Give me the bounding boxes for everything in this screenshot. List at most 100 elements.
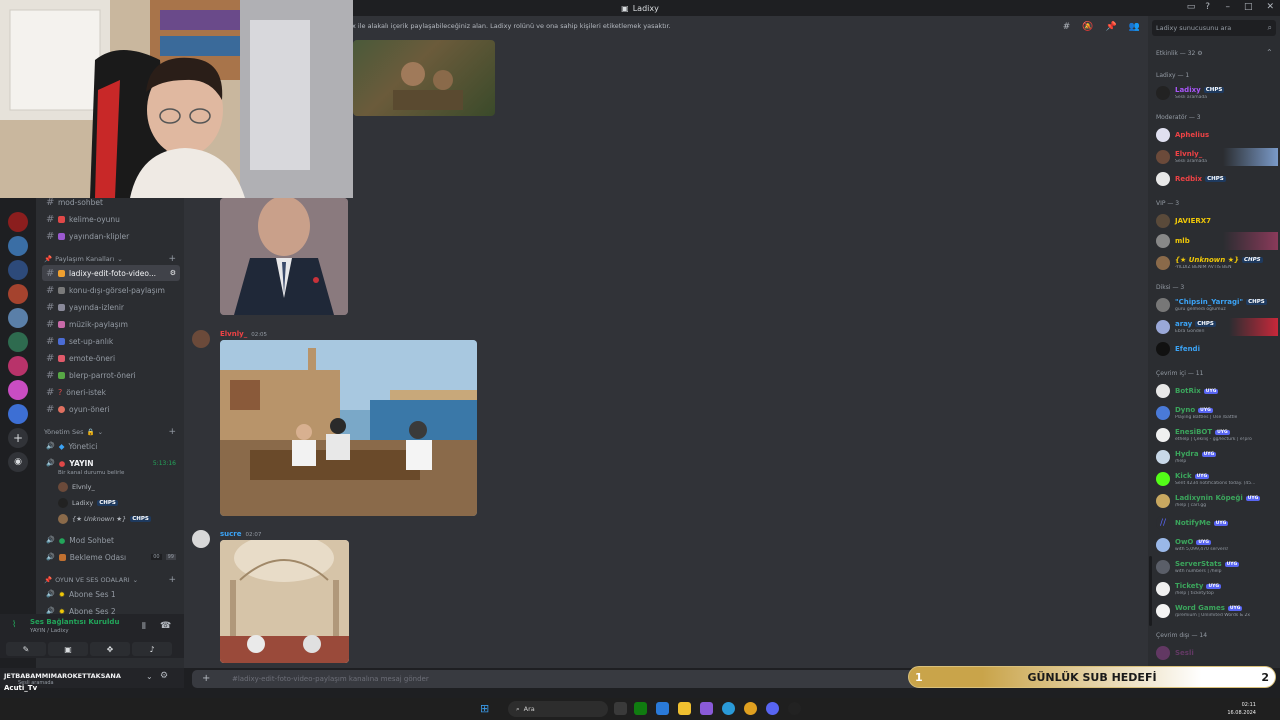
activities-button[interactable]: ✥ [90, 642, 130, 656]
server-icon[interactable] [8, 356, 28, 376]
member-item[interactable]: mlb [1156, 232, 1278, 250]
store-icon[interactable] [656, 702, 669, 715]
chevron-up-icon[interactable]: ⌃ [1266, 48, 1273, 57]
category-oyun[interactable]: 📌 OYUN VE SES ODALARI ⌄ + [44, 575, 176, 585]
gear-icon[interactable]: ⚙ [160, 671, 168, 681]
taskbar-search[interactable]: ⌕ Ara [508, 701, 608, 717]
member-item[interactable]: EnesiBOT UYG ethelp | Çekiliş - gg/lecturk… [1156, 426, 1278, 444]
channel-oyun-oneri[interactable]: # oyun-öneri [42, 401, 180, 417]
add-channel-icon[interactable]: + [168, 427, 176, 437]
member-item[interactable]: //NotifyMe UYG [1156, 514, 1278, 532]
member-item[interactable]: Ladixynin Köpeği UYG/help | carl.gg [1156, 492, 1278, 510]
member-item[interactable]: Hydra UYG/help [1156, 448, 1278, 466]
chrome-icon[interactable] [744, 702, 757, 715]
channel-konu-disi[interactable]: # konu-dışı-görsel-paylaşım [42, 282, 180, 298]
settings-icon[interactable]: ⚙ [170, 269, 176, 277]
member-item[interactable]: ServerStats UYG with numbers | /help [1156, 558, 1278, 576]
member-item[interactable]: OwO UYG with 5,099,470 servers! [1156, 536, 1278, 554]
channel-oneri-istek[interactable]: #? öneri-istek [42, 384, 180, 400]
chevron-down-icon[interactable]: ⌄ [146, 672, 153, 681]
channel-kelime-oyunu[interactable]: # kelime-oyunu [42, 211, 180, 227]
obs-icon[interactable] [788, 702, 801, 715]
channel-yayindan-klipler[interactable]: # yayından-klipler [42, 228, 180, 244]
channel-yayinda-izlenir[interactable]: # yayında-izlenir [42, 299, 180, 315]
member-item[interactable]: Sesli [1156, 644, 1278, 662]
server-icon[interactable] [8, 380, 28, 400]
server-icon[interactable] [8, 212, 28, 232]
voice-channel-status[interactable]: Bir kanal durumu belirle [58, 470, 124, 476]
help-icon[interactable]: ? [1205, 2, 1210, 12]
server-icon[interactable] [8, 236, 28, 256]
add-attachment-icon[interactable]: + [202, 673, 210, 684]
member-item[interactable]: {★ Unknown ★} CHPS -YILDIZ BENIM AVTIS BEN [1156, 254, 1278, 272]
user-name[interactable]: JETBABAMMIMAROKETTAKSANA [4, 672, 121, 680]
activity-header[interactable]: Etkinlik — 32 ⚙ [1156, 50, 1203, 57]
inbox-icon[interactable]: ▭ [1187, 2, 1196, 12]
copilot-icon[interactable] [700, 702, 713, 715]
server-icon[interactable] [8, 332, 28, 352]
channel-muzik-paylasim[interactable]: # müzik-paylaşım [42, 316, 180, 332]
category-yonetim[interactable]: Yönetim Ses 🔒 ⌄ + [44, 427, 176, 437]
voice-status[interactable]: Ses Bağlantısı Kuruldu [30, 618, 119, 626]
channel-emote-oneri[interactable]: # emote-öneri [42, 350, 180, 366]
member-item[interactable]: "Chipsin_Yarragi" CHPS guru gelmedi oglumu… [1156, 296, 1278, 314]
message-author[interactable]: Elvnly_ [220, 330, 247, 338]
attachment-image[interactable] [220, 340, 477, 516]
server-icon[interactable] [8, 260, 28, 280]
server-icon[interactable] [8, 404, 28, 424]
threads-icon[interactable]: # [1063, 22, 1071, 32]
mute-icon[interactable]: 🔕 [1082, 22, 1093, 32]
member-item[interactable]: Efendi [1156, 340, 1278, 358]
add-channel-icon[interactable]: + [168, 575, 176, 585]
avatar[interactable] [192, 330, 210, 348]
member-item[interactable]: JAVIERX7 [1156, 212, 1278, 230]
soundboard-button[interactable]: ♪ [132, 642, 172, 656]
xbox-icon[interactable] [634, 702, 647, 715]
voice-mod-sohbet[interactable]: 🔊 ● Mod Sohbet [42, 532, 180, 548]
windows-start-icon[interactable]: ⊞ [480, 702, 489, 715]
category-paylasim[interactable]: 📌 Paylaşım Kanalları ⌄ + [44, 254, 176, 264]
attachment-image[interactable] [353, 40, 495, 116]
member-item[interactable]: Aphelius [1156, 126, 1278, 144]
add-server-icon[interactable]: + [8, 428, 28, 448]
voice-user[interactable]: Elvnly_ [58, 482, 95, 492]
member-item[interactable]: Tickety UYG/help | tickety.top [1156, 580, 1278, 598]
channel-ladixy-edit-foto-video[interactable]: # ladixy-edit-foto-video... ⚙ [42, 265, 180, 281]
channel-set-up-anlik[interactable]: # set-up-anlık [42, 333, 180, 349]
member-item[interactable]: Kick UYG Sent 4234 notifications today. (4… [1156, 470, 1278, 488]
attachment-image[interactable] [220, 540, 349, 663]
search-input[interactable]: Ladixy sunucusunu ara ⌕ [1152, 20, 1276, 36]
minimize-icon[interactable]: – [1225, 2, 1230, 12]
voice-abone-ses-1[interactable]: 🔊 ✹ Abone Ses 1 [42, 586, 180, 602]
close-icon[interactable]: ✕ [1266, 2, 1274, 12]
members-icon[interactable]: 👥 [1129, 22, 1140, 32]
discord-icon[interactable] [766, 702, 779, 715]
member-item[interactable]: BotRix UYG [1156, 382, 1278, 400]
member-item[interactable]: Elvnly_ Sesli aramada [1156, 148, 1278, 166]
voice-yayin[interactable]: 🔊 ● YAYIN 5:13:16 [42, 455, 180, 471]
voice-user[interactable]: Ladixy CHPS [58, 498, 118, 508]
channel-blerp-parrot[interactable]: # blerp-parrot-öneri [42, 367, 180, 383]
member-item[interactable]: Redbix CHPS [1156, 170, 1278, 188]
server-icon[interactable] [8, 284, 28, 304]
task-view-icon[interactable] [614, 702, 627, 715]
taskbar-clock[interactable]: 02:11 16.08.2024 [1227, 701, 1256, 717]
voice-bekleme-odasi[interactable]: 🔊 Bekleme Odası 00 99 [42, 549, 180, 565]
server-icon[interactable] [8, 308, 28, 328]
message-author[interactable]: sucre [220, 530, 242, 538]
avatar[interactable] [192, 530, 210, 548]
screen-share-button[interactable]: ▣ [48, 642, 88, 656]
noise-icon[interactable]: ⫴ [142, 622, 146, 632]
pin-icon[interactable]: 📌 [1106, 22, 1117, 32]
explore-icon[interactable]: ◉ [8, 452, 28, 472]
voice-user[interactable]: {★ Unknown ★} CHPS [58, 514, 151, 524]
edge-icon[interactable] [722, 702, 735, 715]
member-item[interactable]: Dyno UYG Playing Battles | Use /battle [1156, 404, 1278, 422]
disconnect-icon[interactable]: ☎ [160, 621, 171, 631]
member-item[interactable]: aray CHPS Ebra Gönderi [1156, 318, 1278, 336]
member-list-scrollbar[interactable] [1149, 556, 1152, 626]
add-channel-icon[interactable]: + [168, 254, 176, 264]
voice-yonetici[interactable]: 🔊 ◆ Yönetici [42, 438, 180, 454]
maximize-icon[interactable]: □ [1244, 2, 1253, 12]
camera-button[interactable]: ✎ [6, 642, 46, 656]
